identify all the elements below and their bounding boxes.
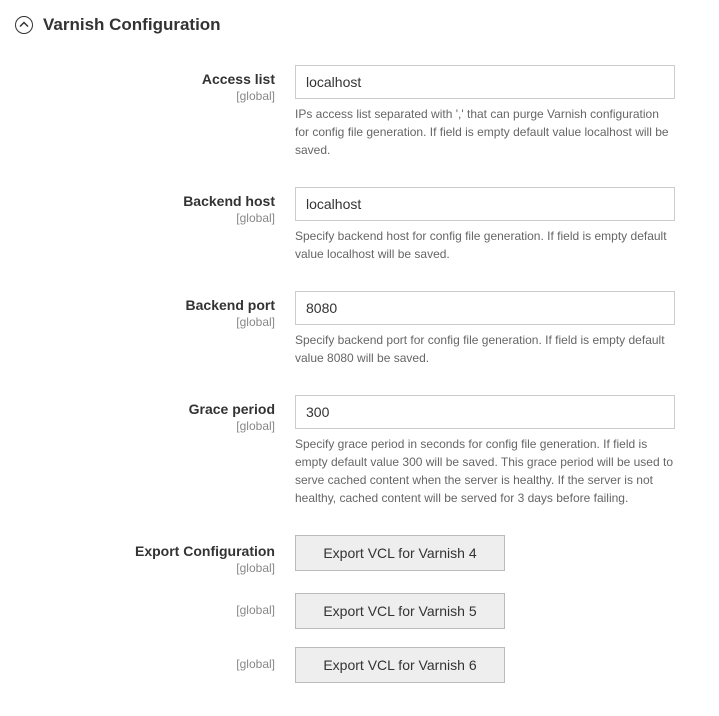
scope-label: [global] [15,315,275,329]
collapse-toggle-icon[interactable] [15,16,33,34]
field-row-backend-host: Backend host [global] Specify backend ho… [15,187,704,263]
input-col: Specify backend port for config file gen… [295,291,675,367]
access-list-label: Access list [15,71,275,87]
label-col: Backend port [global] [15,291,295,329]
label-col: Access list [global] [15,65,295,103]
field-row-export-v4: Export Configuration [global] Export VCL… [15,535,704,575]
export-varnish-6-button[interactable]: Export VCL for Varnish 6 [295,647,505,683]
label-col: [global] [15,593,295,617]
input-col: Specify grace period in seconds for conf… [295,395,675,507]
section-title: Varnish Configuration [43,15,221,35]
backend-port-input[interactable] [295,291,675,325]
export-varnish-5-button[interactable]: Export VCL for Varnish 5 [295,593,505,629]
label-col: Export Configuration [global] [15,535,295,575]
scope-label: [global] [15,657,275,671]
scope-label: [global] [15,603,275,617]
label-col: Backend host [global] [15,187,295,225]
input-col: Export VCL for Varnish 6 [295,647,675,683]
input-col: Export VCL for Varnish 4 [295,535,675,571]
field-row-access-list: Access list [global] IPs access list sep… [15,65,704,159]
chevron-up-icon [19,20,29,30]
section-header: Varnish Configuration [15,15,704,35]
scope-label: [global] [15,89,275,103]
export-varnish-4-button[interactable]: Export VCL for Varnish 4 [295,535,505,571]
grace-period-helper: Specify grace period in seconds for conf… [295,435,675,507]
scope-label: [global] [15,419,275,433]
label-col: Grace period [global] [15,395,295,433]
backend-host-label: Backend host [15,193,275,209]
export-label: Export Configuration [15,543,275,559]
backend-port-label: Backend port [15,297,275,313]
grace-period-label: Grace period [15,401,275,417]
input-col: Export VCL for Varnish 5 [295,593,675,629]
access-list-input[interactable] [295,65,675,99]
scope-label: [global] [15,211,275,225]
backend-port-helper: Specify backend port for config file gen… [295,331,675,367]
scope-label: [global] [15,561,275,575]
field-row-export-v6: [global] Export VCL for Varnish 6 [15,647,704,683]
access-list-helper: IPs access list separated with ',' that … [295,105,675,159]
input-col: IPs access list separated with ',' that … [295,65,675,159]
backend-host-helper: Specify backend host for config file gen… [295,227,675,263]
field-row-grace-period: Grace period [global] Specify grace peri… [15,395,704,507]
label-col: [global] [15,647,295,671]
field-row-backend-port: Backend port [global] Specify backend po… [15,291,704,367]
grace-period-input[interactable] [295,395,675,429]
backend-host-input[interactable] [295,187,675,221]
field-row-export-v5: [global] Export VCL for Varnish 5 [15,593,704,629]
input-col: Specify backend host for config file gen… [295,187,675,263]
